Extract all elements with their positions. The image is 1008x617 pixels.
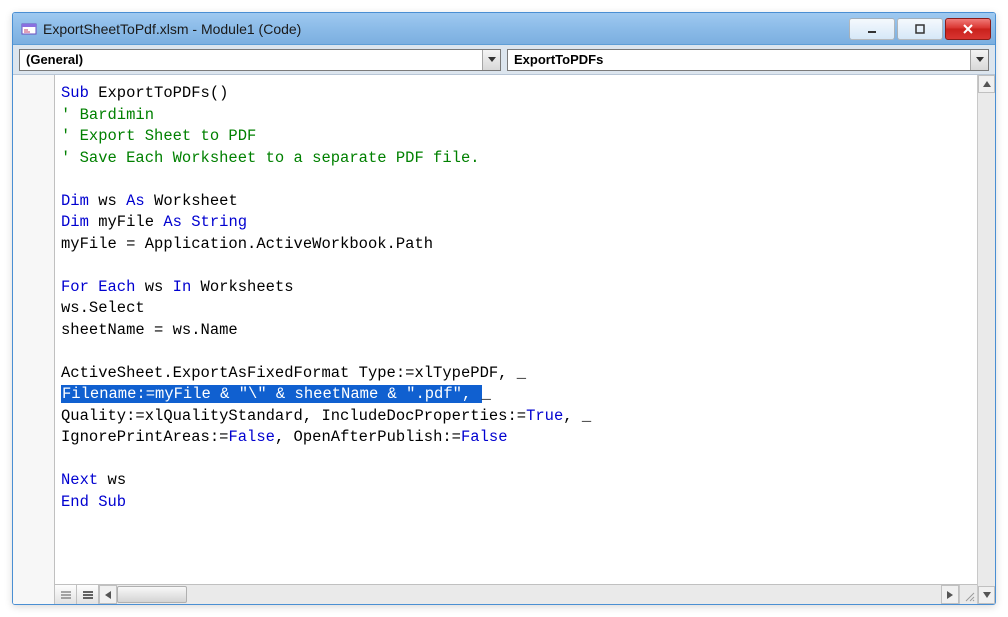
chevron-down-icon xyxy=(970,50,988,70)
vba-code-window: ExportSheetToPdf.xlsm - Module1 (Code) (… xyxy=(12,12,996,605)
code-token: As xyxy=(126,192,145,210)
window-controls xyxy=(849,18,991,40)
window-title: ExportSheetToPdf.xlsm - Module1 (Code) xyxy=(43,21,849,37)
titlebar[interactable]: ExportSheetToPdf.xlsm - Module1 (Code) xyxy=(13,13,995,45)
toolbar: (General) ExportToPDFs xyxy=(13,45,995,75)
procedure-view-button[interactable] xyxy=(55,585,77,604)
code-token: Dim xyxy=(61,213,89,231)
code-scroll: Sub ExportToPDFs() ' Bardimin ' Export S… xyxy=(55,75,977,604)
code-token: As String xyxy=(163,213,247,231)
scroll-up-icon[interactable] xyxy=(978,75,995,93)
code-comment: ' Export Sheet to PDF xyxy=(61,127,256,145)
code-token: ws xyxy=(89,192,126,210)
code-token: , _ xyxy=(563,407,591,425)
horizontal-scrollbar[interactable] xyxy=(99,585,959,604)
code-token: sheetName = ws.Name xyxy=(61,321,238,339)
code-token: ws xyxy=(135,278,172,296)
procedure-dropdown-value: ExportToPDFs xyxy=(514,52,603,67)
code-token: myFile xyxy=(89,213,163,231)
code-token: Sub xyxy=(61,84,89,102)
scroll-right-icon[interactable] xyxy=(941,585,959,604)
code-token: ws xyxy=(98,471,126,489)
code-token: True xyxy=(526,407,563,425)
code-token: ws.Select xyxy=(61,299,145,317)
bottom-bar xyxy=(55,584,977,604)
code-token: In xyxy=(173,278,192,296)
scrollbar-thumb[interactable] xyxy=(117,586,187,603)
module-icon xyxy=(21,21,37,37)
code-token: Next xyxy=(61,471,98,489)
code-token: False xyxy=(461,428,508,446)
code-token: IgnorePrintAreas:= xyxy=(61,428,228,446)
vertical-scrollbar[interactable] xyxy=(977,75,995,604)
code-token: Quality:=xlQualityStandard, IncludeDocPr… xyxy=(61,407,526,425)
scroll-down-icon[interactable] xyxy=(978,586,995,604)
code-selection: Filename:=myFile & "\" & sheetName & ".p… xyxy=(61,385,482,403)
chevron-down-icon xyxy=(482,50,500,70)
code-token: End Sub xyxy=(61,493,126,511)
code-token: Worksheets xyxy=(191,278,293,296)
code-token: For Each xyxy=(61,278,135,296)
close-button[interactable] xyxy=(945,18,991,40)
code-comment: ' Bardimin xyxy=(61,106,154,124)
object-dropdown-value: (General) xyxy=(26,52,83,67)
code-gutter xyxy=(13,75,55,604)
code-token: , OpenAfterPublish:= xyxy=(275,428,461,446)
code-token: Dim xyxy=(61,192,89,210)
scroll-left-icon[interactable] xyxy=(99,585,117,604)
code-token: ActiveSheet.ExportAsFixedFormat Type:=xl… xyxy=(61,364,526,382)
object-dropdown[interactable]: (General) xyxy=(19,49,501,71)
full-module-view-button[interactable] xyxy=(77,585,99,604)
procedure-dropdown[interactable]: ExportToPDFs xyxy=(507,49,989,71)
resize-grip[interactable] xyxy=(959,585,977,604)
code-token: Worksheet xyxy=(145,192,238,210)
code-token: _ xyxy=(482,385,491,403)
code-comment: ' Save Each Worksheet to a separate PDF … xyxy=(61,149,480,167)
maximize-button[interactable] xyxy=(897,18,943,40)
code-token: myFile = Application.ActiveWorkbook.Path xyxy=(61,235,433,253)
code-token: False xyxy=(228,428,275,446)
minimize-button[interactable] xyxy=(849,18,895,40)
code-body[interactable]: Sub ExportToPDFs() ' Bardimin ' Export S… xyxy=(55,75,977,584)
code-token: ExportToPDFs() xyxy=(89,84,229,102)
editor-area: Sub ExportToPDFs() ' Bardimin ' Export S… xyxy=(13,75,995,604)
